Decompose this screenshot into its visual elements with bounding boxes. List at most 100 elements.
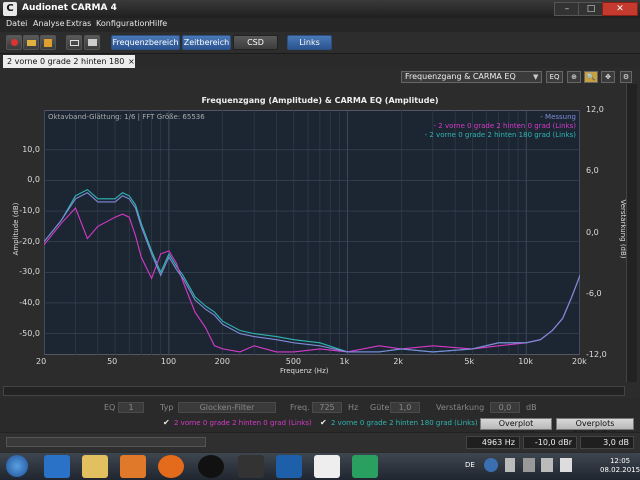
y2-tick-label: 0,0 (586, 227, 599, 237)
device-icon[interactable] (238, 455, 264, 478)
info-icon[interactable] (484, 458, 498, 472)
menu-extras[interactable]: Extras (66, 19, 91, 28)
x-tick-label: 20k (572, 357, 587, 366)
y-tick-label: -50,0 (19, 328, 40, 338)
plot-info: Oktavband-Glättung: 1/6 | FFT Größe: 655… (48, 113, 205, 121)
guete-input[interactable]: 1,0 (390, 402, 420, 413)
eq-select[interactable]: 1 (118, 402, 144, 413)
minimize-button[interactable]: – (554, 2, 580, 16)
clock-date: 08.02.2015 (600, 466, 640, 474)
x-tick-label: 50 (107, 357, 118, 366)
tab-frequenzbereich[interactable]: Frequenzbereich (111, 35, 180, 50)
status-level: -10,0 dBr (523, 436, 577, 449)
overplot-edit-button[interactable]: Overplots bearbeiten (556, 418, 634, 438)
save-icon[interactable] (40, 35, 56, 50)
menu-datei[interactable]: Datei (6, 19, 27, 28)
y2-tick-label: -12,0 (586, 350, 607, 359)
status-frequency: 4963 Hz (466, 436, 520, 449)
tab-csd[interactable]: CSD (233, 35, 278, 50)
checkbox-icon[interactable]: ✔ (320, 418, 327, 427)
progress-bar (6, 437, 206, 447)
gain-unit: dB (526, 403, 537, 412)
flag-icon[interactable] (505, 458, 515, 472)
menu-konfiguration[interactable]: Konfiguration (96, 19, 150, 28)
menu-analyse[interactable]: Analyse (33, 19, 65, 28)
explorer-icon[interactable] (82, 455, 108, 478)
menu-hilfe[interactable]: Hilfe (149, 19, 167, 28)
y-tick-label: -30,0 (19, 267, 40, 277)
chart-svg (44, 110, 580, 355)
series-line-1 (44, 206, 580, 353)
music-icon[interactable] (276, 455, 302, 478)
volume-icon[interactable] (560, 458, 572, 472)
magnifier-icon[interactable]: 🔍 (584, 71, 598, 83)
clock-time: 12:05 (609, 457, 631, 465)
series-line-0 (44, 188, 580, 353)
window-title: Audionet CARMA 4 (22, 3, 117, 13)
carma-taskbar-icon[interactable] (314, 455, 340, 478)
overplot-check-180grad[interactable]: 2 vorne 0 grade 2 hinten 180 grad (Links… (331, 419, 478, 427)
guete-label: Güte (370, 403, 390, 412)
chevron-down-icon[interactable]: ▼ (533, 71, 538, 83)
record-icon[interactable] (6, 35, 22, 50)
x-tick-label: 2k (393, 357, 404, 366)
y-tick-label: -10,0 (19, 206, 40, 216)
x-tick-label: 200 (214, 357, 230, 366)
print-icon[interactable] (84, 35, 100, 50)
freq-unit: Hz (348, 403, 359, 412)
y-tick-label: 10,0 (22, 144, 40, 154)
y-tick-label: -20,0 (19, 236, 40, 246)
x-tick-label: 1k (339, 357, 350, 366)
network-icon[interactable] (523, 458, 535, 472)
view-select[interactable]: Frequenzgang & CARMA EQ (401, 71, 542, 83)
overplot-check-0grad[interactable]: 2 vorne 0 grade 2 hinten 0 grad (Links) (174, 419, 312, 427)
tab-zeitbereich[interactable]: Zeitbereich (182, 35, 231, 50)
checkbox-icon[interactable]: ✔ (163, 418, 170, 427)
x-tick-label: 500 (285, 357, 302, 366)
app-icon: C (3, 2, 17, 16)
legend-series-180grad: - 2 vorne 0 grade 2 hinten 180 grad (Lin… (424, 131, 576, 139)
clock[interactable]: 12:05 08.02.2015 (600, 457, 640, 475)
typ-label: Typ (160, 403, 174, 412)
language-indicator[interactable]: DE (465, 461, 475, 469)
maximize-button[interactable]: □ (578, 2, 604, 16)
close-button[interactable]: ✕ (602, 2, 638, 16)
x-tick-label: 10k (518, 357, 534, 366)
move-icon[interactable]: ✥ (601, 71, 615, 83)
y2-tick-label: 12,0 (586, 105, 604, 114)
y2-tick-label: 6,0 (586, 166, 599, 176)
media-player-icon[interactable] (120, 455, 146, 478)
x-tick-label: 100 (160, 357, 177, 366)
folder-open-icon[interactable] (23, 35, 39, 50)
x-axis-label: Frequenz (Hz) (280, 367, 329, 375)
document-tab-close-icon[interactable]: × (128, 55, 135, 68)
x-tick-label: 5k (464, 357, 475, 366)
internet-explorer-icon[interactable] (44, 455, 70, 478)
plot-title: Frequenzgang (Amplitude) & CARMA EQ (Amp… (201, 96, 439, 105)
zoom-in-icon[interactable]: ⊕ (567, 71, 581, 83)
battery-icon[interactable] (541, 458, 553, 472)
overplot-create-button[interactable]: Overplot erzeugen (480, 418, 552, 438)
typ-select[interactable]: Glocken-Filter (178, 402, 276, 413)
start-icon[interactable] (6, 455, 28, 477)
app-p-icon[interactable] (198, 455, 224, 478)
gear-icon[interactable]: ⚙ (620, 71, 632, 83)
tab-links[interactable]: Links (287, 35, 332, 50)
document-tab[interactable]: 2 vorne 0 grade 2 hinten 180 grad (3, 55, 135, 79)
y-tick-label: 0,0 (27, 175, 40, 185)
gain-input[interactable]: 0,0 (490, 402, 520, 413)
snapshot-icon[interactable] (66, 35, 82, 50)
legend-messung: - Messung (540, 113, 576, 121)
app-icon-2[interactable] (352, 455, 378, 478)
eq-label: EQ (104, 403, 116, 412)
x-tick-label: 20 (36, 357, 47, 366)
freq-label: Freq. (290, 403, 310, 412)
horizontal-scrollbar[interactable] (3, 386, 625, 396)
freq-input[interactable]: 725 (312, 402, 342, 413)
eq-button[interactable]: EQ (546, 71, 563, 83)
y-tick-label: -40,0 (19, 297, 40, 307)
status-value: 3,0 dB (580, 436, 634, 449)
y2-tick-label: -6,0 (586, 288, 602, 298)
vertical-scrollbar[interactable] (626, 84, 637, 382)
firefox-icon[interactable] (158, 455, 184, 478)
